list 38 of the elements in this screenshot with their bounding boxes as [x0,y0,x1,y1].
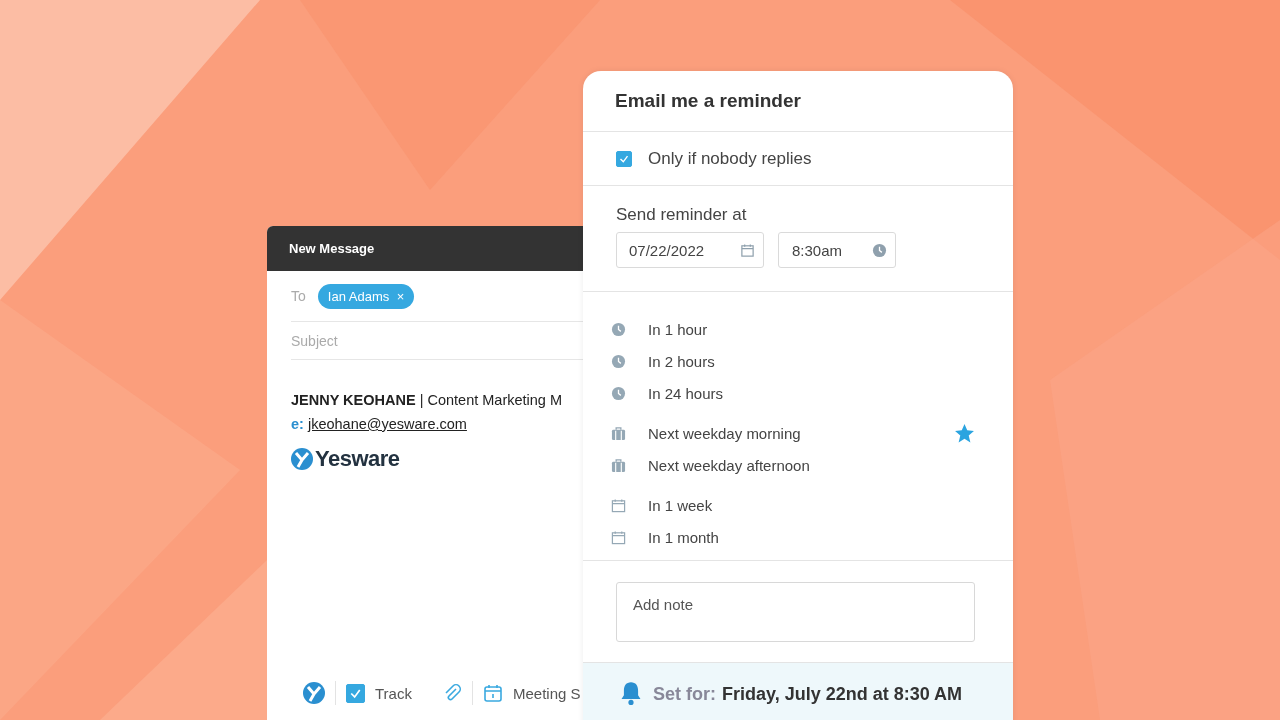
reminder-option[interactable]: In 2 hours [611,346,975,376]
track-checkbox[interactable] [346,683,365,703]
set-for-value: Friday, July 22nd at 8:30 AM [722,684,963,705]
reminder-option[interactable]: In 1 hour [611,314,975,344]
reminder-option[interactable]: In 1 week [611,490,975,520]
reminder-option[interactable]: Next weekday morning [611,418,975,448]
window-title: New Message [289,241,375,256]
time-field[interactable]: 8:30am [778,232,896,268]
checkbox[interactable] [616,150,632,167]
panel-title: Email me a reminder [615,90,801,112]
track-label: Track [375,684,412,702]
logo-icon [291,448,313,470]
clock-icon [611,353,626,369]
reminder-option[interactable]: In 1 month [611,522,975,552]
reminder-option[interactable]: In 24 hours [611,378,975,408]
note-field[interactable]: Add note [616,582,975,642]
clock-icon [611,321,626,337]
calendar-icon[interactable] [482,683,503,703]
bell-icon [619,680,643,706]
email-label: e: [291,416,304,432]
briefcase-icon [611,425,626,441]
logo-icon[interactable] [303,682,325,704]
section-label: Send reminder at [616,205,747,224]
calendar-icon [611,497,626,513]
to-label: To [291,288,306,304]
calendar-icon [611,529,626,545]
email-link[interactable]: jkeohane@yesware.com [307,416,467,432]
date-field[interactable]: 07/22/2022 [616,232,764,268]
clock-icon [611,385,626,401]
briefcase-icon [611,457,626,473]
checkbox-label: Only if nobody replies [648,148,812,169]
logo-text: Yesware [315,446,400,472]
set-for-label: Set for: [653,684,716,705]
meeting-label[interactable]: Meeting S [512,684,581,702]
calendar-icon [740,242,755,258]
clock-icon [872,242,887,258]
signature-line: JENNY KEOHANE | Content Marketing M [291,392,564,408]
reminder-option[interactable]: Next weekday afternoon [611,450,975,480]
